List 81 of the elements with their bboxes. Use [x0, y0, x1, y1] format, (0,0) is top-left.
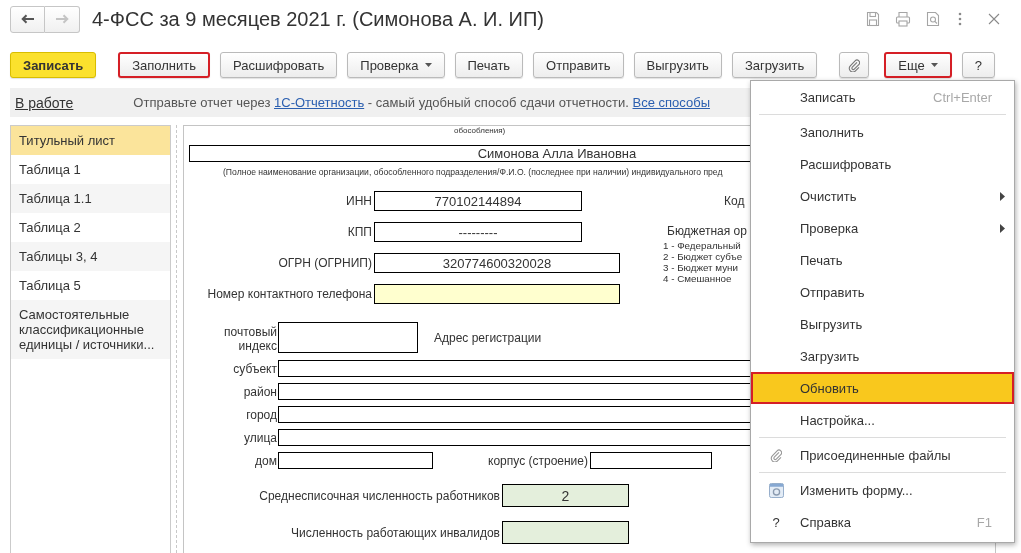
input-field[interactable]	[590, 452, 712, 469]
input-field[interactable]	[374, 284, 620, 304]
dropdown-button[interactable]: Еще	[884, 52, 952, 78]
menu-item[interactable]: Отправить	[751, 276, 1014, 308]
submenu-arrow-icon	[1000, 191, 1005, 201]
field-label: субъект	[233, 361, 277, 376]
sidebar-item[interactable]: Таблицы 3, 4	[11, 242, 170, 271]
caret-icon	[930, 63, 938, 67]
postcode-field[interactable]	[278, 322, 418, 353]
sidebar-item[interactable]: Таблица 1.1	[11, 184, 170, 213]
toolbar-button[interactable]: Загрузить	[731, 52, 818, 78]
back-button[interactable]	[10, 5, 45, 33]
field-label: КПП	[347, 225, 372, 239]
paperclip-icon	[770, 448, 782, 462]
field-label: корпус (строение)	[488, 453, 588, 468]
toolbar-button[interactable]: Расшифровать	[220, 52, 338, 78]
info-message: Отправьте отчет через 1С-Отчетность - самый удобный способ сдачи отчетности. Все способы	[133, 95, 710, 110]
field-label: Код	[724, 193, 745, 210]
window-title: 4-ФСС за 9 месяцев 2021 г. (Симонова А. И. ИП)	[92, 7, 544, 31]
menu-item[interactable]: Присоединенные файлы	[751, 439, 1014, 471]
sidebar-item[interactable]: Титульный лист	[11, 126, 170, 155]
menu-item[interactable]: Записать Ctrl+Enter	[751, 81, 1014, 113]
field-label: ИНН	[346, 194, 372, 208]
menu-item[interactable]: Обновить	[751, 372, 1014, 404]
input-field[interactable]: 320774600320028	[374, 253, 620, 273]
help-icon: ?	[772, 514, 780, 530]
field-label: район	[243, 384, 277, 399]
menu-item[interactable]: Настройка...	[751, 404, 1014, 436]
field-label: почтовый индекс	[223, 325, 277, 353]
input-field[interactable]	[502, 521, 629, 544]
dropdown-button[interactable]: Проверка	[347, 52, 445, 78]
sidebar-item[interactable]: Самостоятельные классификационные единицы / источники...	[11, 300, 170, 359]
primary-button[interactable]: Записать	[10, 52, 97, 78]
menu-item[interactable]: Проверка	[751, 212, 1014, 244]
toolbar-button[interactable]: Выгрузить	[633, 52, 722, 78]
field-label: город	[246, 407, 277, 422]
input-field[interactable]	[278, 452, 433, 469]
section-heading: Адрес регистрации	[434, 330, 542, 345]
shortcut-text: F1	[976, 514, 992, 530]
caption-text: обособления)	[454, 126, 506, 135]
input-field[interactable]: ---------	[374, 222, 582, 242]
shortcut-text: Ctrl+Enter	[933, 89, 992, 105]
paperclip-icon	[848, 58, 861, 72]
menu-item[interactable]: Заполнить	[751, 116, 1014, 148]
toolbar-button[interactable]: Отправить	[533, 52, 624, 78]
sidebar-item[interactable]: Таблица 1	[11, 155, 170, 184]
option-text: 4 - Смешанное	[663, 273, 732, 284]
close-icon[interactable]	[988, 13, 1000, 25]
status-link[interactable]: В работе	[15, 94, 74, 111]
menu-item[interactable]: Выгрузить	[751, 308, 1014, 340]
attach-button[interactable]	[839, 52, 870, 78]
field-label: дом	[255, 453, 277, 468]
option-text: 3 - Бюджет муни	[663, 262, 738, 273]
field-label: Среднесписочная численность работников	[259, 488, 500, 503]
caret-icon	[424, 63, 432, 67]
message-link[interactable]: Все способы	[632, 95, 710, 110]
menu-item[interactable]: Печать	[751, 244, 1014, 276]
field-label: Номер контактного телефона	[207, 287, 372, 301]
caption-text: (Полное наименование организации, обособленного подразделения/Ф.И.О. (последнее при наличии) индивидуального пред	[223, 167, 723, 177]
submenu-arrow-icon	[1000, 223, 1005, 233]
menu-item[interactable]: Очистить	[751, 180, 1014, 212]
toolbar-button[interactable]: Заполнить	[118, 52, 211, 78]
field-label: ОГРН (ОГРНИП)	[278, 256, 372, 270]
menu-item[interactable]: Изменить форму...	[751, 474, 1014, 506]
input-field[interactable]: 2	[502, 484, 629, 507]
option-text: 1 - Федеральный	[663, 240, 741, 251]
right-arrow-icon	[55, 14, 69, 24]
menu-item[interactable]: ? Справка F1	[751, 506, 1014, 538]
sidebar-item[interactable]: Таблица 5	[11, 271, 170, 300]
input-field[interactable]: 770102144894	[374, 191, 582, 211]
section-label: Бюджетная ор	[667, 223, 747, 240]
menu-item[interactable]: Загрузить	[751, 340, 1014, 372]
sidebar-item[interactable]: Таблица 2	[11, 213, 170, 242]
field-label: Численность работающих инвалидов	[291, 525, 500, 540]
message-link[interactable]: 1С-Отчетность	[274, 95, 365, 110]
field-label: улица	[244, 430, 277, 445]
option-text: 2 - Бюджет субъе	[663, 251, 743, 262]
window-icon	[768, 482, 784, 498]
toolbar-button[interactable]: ?	[961, 52, 995, 78]
toolbar-button[interactable]: Печать	[454, 52, 524, 78]
left-arrow-icon	[20, 14, 35, 24]
